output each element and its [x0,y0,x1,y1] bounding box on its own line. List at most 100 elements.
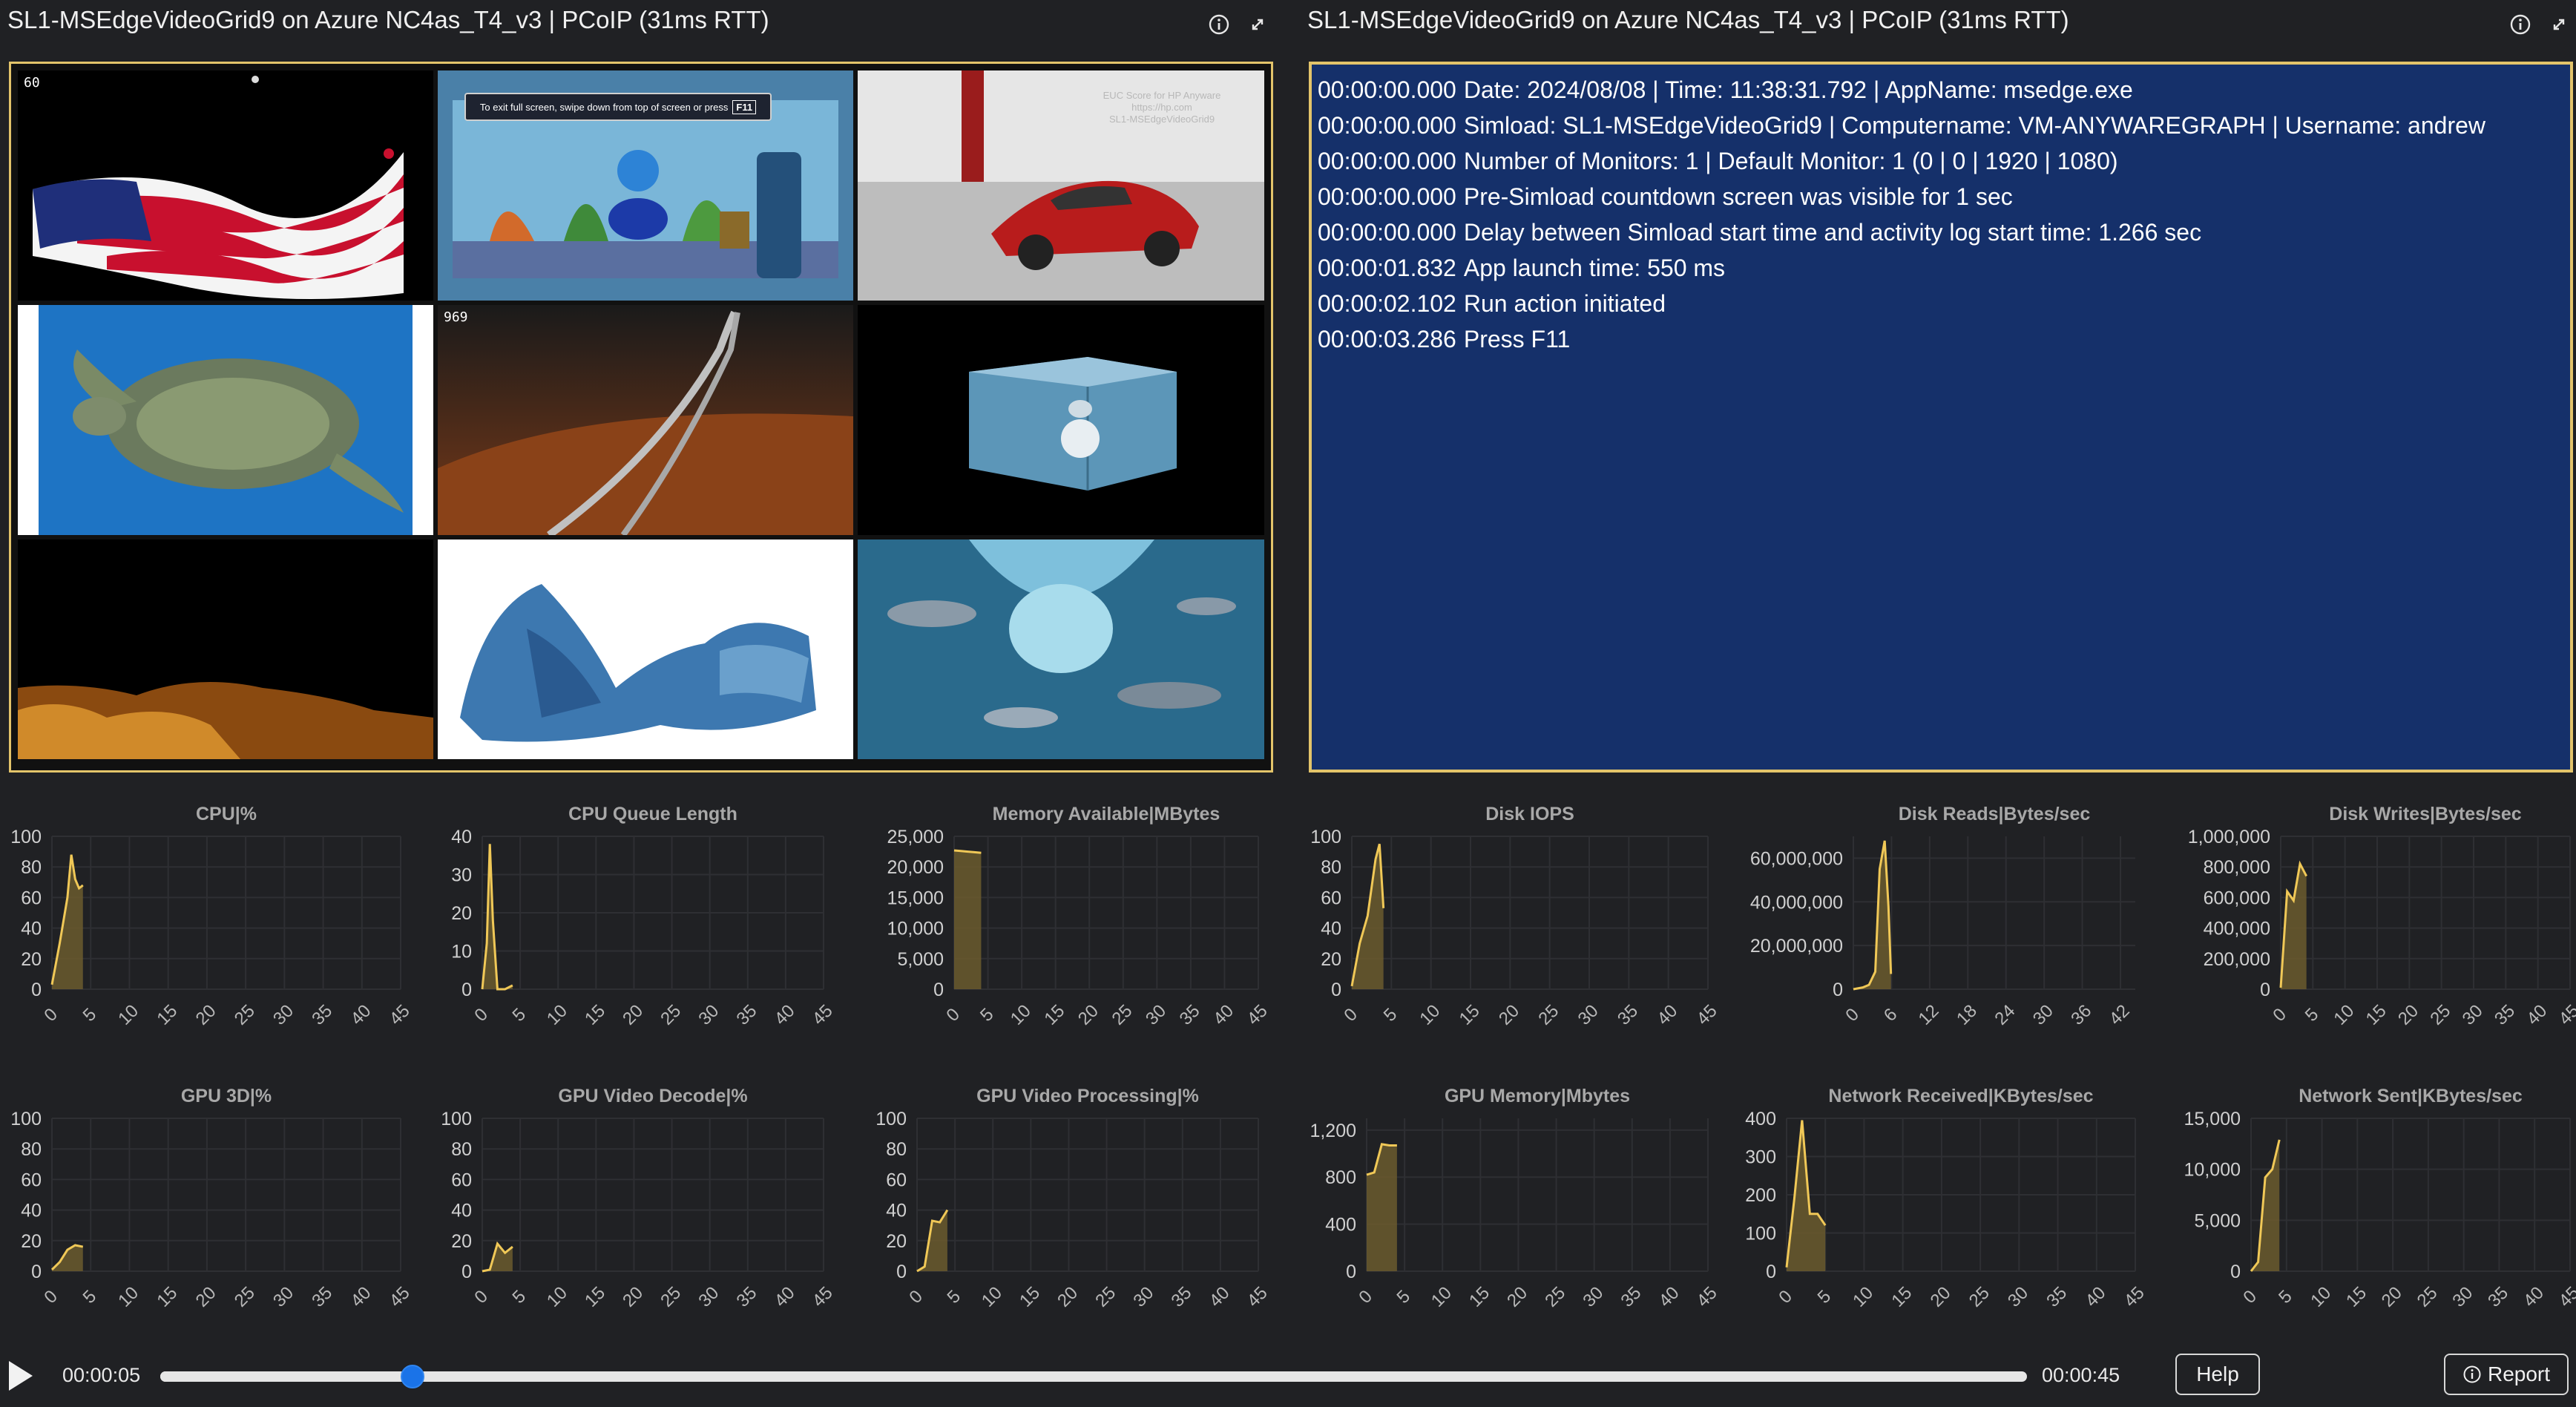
x-tick-label: 40 [346,1001,375,1029]
x-tick-label: 0 [2269,1004,2290,1026]
x-tick-label: 30 [1579,1283,1607,1311]
chart: Memory Available|MBytes 0 5,000 10,000 15,00… [865,798,1281,1043]
chart: Disk IOPS 0 20 40 60 80 100 0 5 10 15 20 25 30 35 40 45 [1300,798,1730,1043]
chart-svg: Disk IOPS0204060801000 5 10 15 20 25 30 35 40 45 [1310,804,1721,1029]
x-tick-label: 10 [1849,1283,1877,1311]
chart-title: Memory Available|MBytes [993,804,1220,824]
video-playback-frame[interactable]: 60 To exit full screen, swipe down from … [9,62,1273,773]
x-tick-label: 10 [543,1001,571,1029]
total-time: 00:00:45 [2042,1364,2120,1386]
x-tick-label: 20 [1495,1001,1523,1029]
report-button[interactable]: Report [2444,1354,2569,1395]
playback-slider-thumb[interactable] [400,1365,424,1388]
y-tick-label: 40 [21,1201,42,1221]
y-tick-label: 10 [451,942,472,962]
x-tick-label: 10 [543,1283,571,1311]
fps-counter: 60 [24,75,40,91]
expand-icon[interactable] [1246,13,1269,36]
x-tick-label: 5 [944,1286,965,1308]
help-button[interactable]: Help [2175,1354,2260,1395]
chart: GPU 3D|% 0 20 40 60 80 100 0 5 10 15 20 25 30 35 40 45 [0,1080,423,1325]
y-tick-label: 0 [1346,1262,1356,1282]
x-tick-label: 6 [1880,1004,1902,1026]
y-tick-label: 0 [461,1262,472,1282]
x-tick-label: 20 [192,1283,220,1311]
chart-title: Disk Writes|Bytes/sec [2329,804,2522,824]
x-tick-label: 25 [2414,1283,2442,1311]
x-tick-label: 5 [1393,1286,1415,1308]
y-tick-label: 600,000 [2204,888,2270,908]
play-button[interactable] [7,1360,34,1392]
y-tick-label: 0 [1833,980,1843,1000]
x-tick-label: 20 [192,1001,220,1029]
right-panel-title: SL1-MSEdgeVideoGrid9 on Azure NC4as_T4_v… [1307,6,2069,33]
expand-icon[interactable] [2548,13,2570,36]
x-tick-label: 45 [386,1283,414,1311]
x-tick-label: 15 [1040,1001,1068,1029]
y-tick-label: 80 [886,1139,907,1160]
y-tick-label: 60 [21,888,42,908]
x-tick-label: 5 [1380,1004,1402,1026]
x-tick-label: 30 [2029,1001,2057,1029]
log-message: Date: 2024/08/08 | Time: 11:38:31.792 | … [1463,76,2133,103]
series-area [1367,1144,1397,1271]
x-tick-label: 0 [2239,1286,2261,1308]
chart: CPU Queue Length 0 10 20 30 40 0 5 10 15 20 25 30 35 4… [430,798,846,1043]
x-tick-label: 10 [978,1283,1006,1311]
log-entry: 00:00:01.832 App launch time: 550 ms [1318,250,2564,286]
y-tick-label: 100 [441,1109,472,1129]
current-time: 00:00:05 [62,1364,141,1386]
log-message: Press F11 [1463,326,1571,352]
x-tick-label: 45 [809,1283,837,1311]
fullscreen-banner-text: To exit full screen, swipe down from top… [479,101,729,113]
x-tick-label: 20 [2378,1283,2406,1311]
log-timestamp: 00:00:00.000 [1318,112,1456,139]
y-tick-label: 0 [461,980,472,1000]
x-tick-label: 15 [1016,1283,1044,1311]
x-tick-label: 15 [2362,1001,2391,1029]
y-tick-label: 80 [21,1139,42,1160]
x-tick-label: 40 [2520,1283,2548,1311]
y-tick-label: 300 [1745,1147,1776,1168]
y-tick-label: 20 [1321,949,1341,970]
y-tick-label: 20 [886,1231,907,1252]
y-tick-label: 10,000 [887,919,944,939]
x-tick-label: 30 [2004,1283,2032,1311]
y-tick-label: 40 [451,827,472,847]
log-message: Pre-Simload countdown screen was visible… [1463,183,2013,210]
chart-svg: Memory Available|MBytes 0 5,000 10,000 15,00… [887,804,1272,1029]
x-tick-label: 45 [2555,1283,2576,1311]
chart-title: CPU|% [196,804,257,824]
x-tick-label: 25 [231,1001,259,1029]
series-area [954,850,982,989]
y-tick-label: 400 [1325,1215,1356,1236]
series-area [52,854,83,989]
chart: Disk Reads|Bytes/sec 0 20,000,000 40,000,00… [1735,798,2158,1043]
info-icon[interactable] [2509,13,2531,36]
x-tick-label: 15 [1465,1283,1494,1311]
x-tick-label: 25 [657,1283,685,1311]
y-tick-label: 20,000,000 [1750,936,1843,957]
x-tick-label: 25 [231,1283,259,1311]
x-tick-label: 35 [308,1001,336,1029]
log-timestamp: 00:00:00.000 [1318,219,1456,246]
x-tick-label: 10 [1427,1283,1456,1311]
video-tile-aquarium-tunnel [858,539,1264,759]
chart-title: GPU Video Processing|% [976,1086,1199,1106]
log-entry: 00:00:00.000 Pre-Simload countdown screen… [1318,179,2564,214]
y-tick-label: 80 [21,857,42,878]
x-tick-label: 25 [1541,1283,1569,1311]
info-icon[interactable] [1208,13,1230,36]
x-tick-label: 15 [1456,1001,1484,1029]
y-tick-label: 800 [1325,1167,1356,1188]
x-tick-label: 30 [2448,1283,2477,1311]
video-tile-particles [438,539,853,759]
playback-slider[interactable] [160,1365,2027,1388]
x-tick-label: 0 [1340,1004,1361,1026]
x-tick-label: 15 [581,1001,609,1029]
log-entry: 00:00:00.000 Delay between Simload start … [1318,214,2564,250]
x-tick-label: 45 [1243,1283,1272,1311]
video-tile-car: EUC Score for HP Anyware https://hp.com … [858,70,1264,301]
x-tick-label: 15 [1887,1283,1916,1311]
activity-log-panel[interactable]: 00:00:00.000 Date: 2024/08/08 | Time: 11:… [1309,62,2573,773]
